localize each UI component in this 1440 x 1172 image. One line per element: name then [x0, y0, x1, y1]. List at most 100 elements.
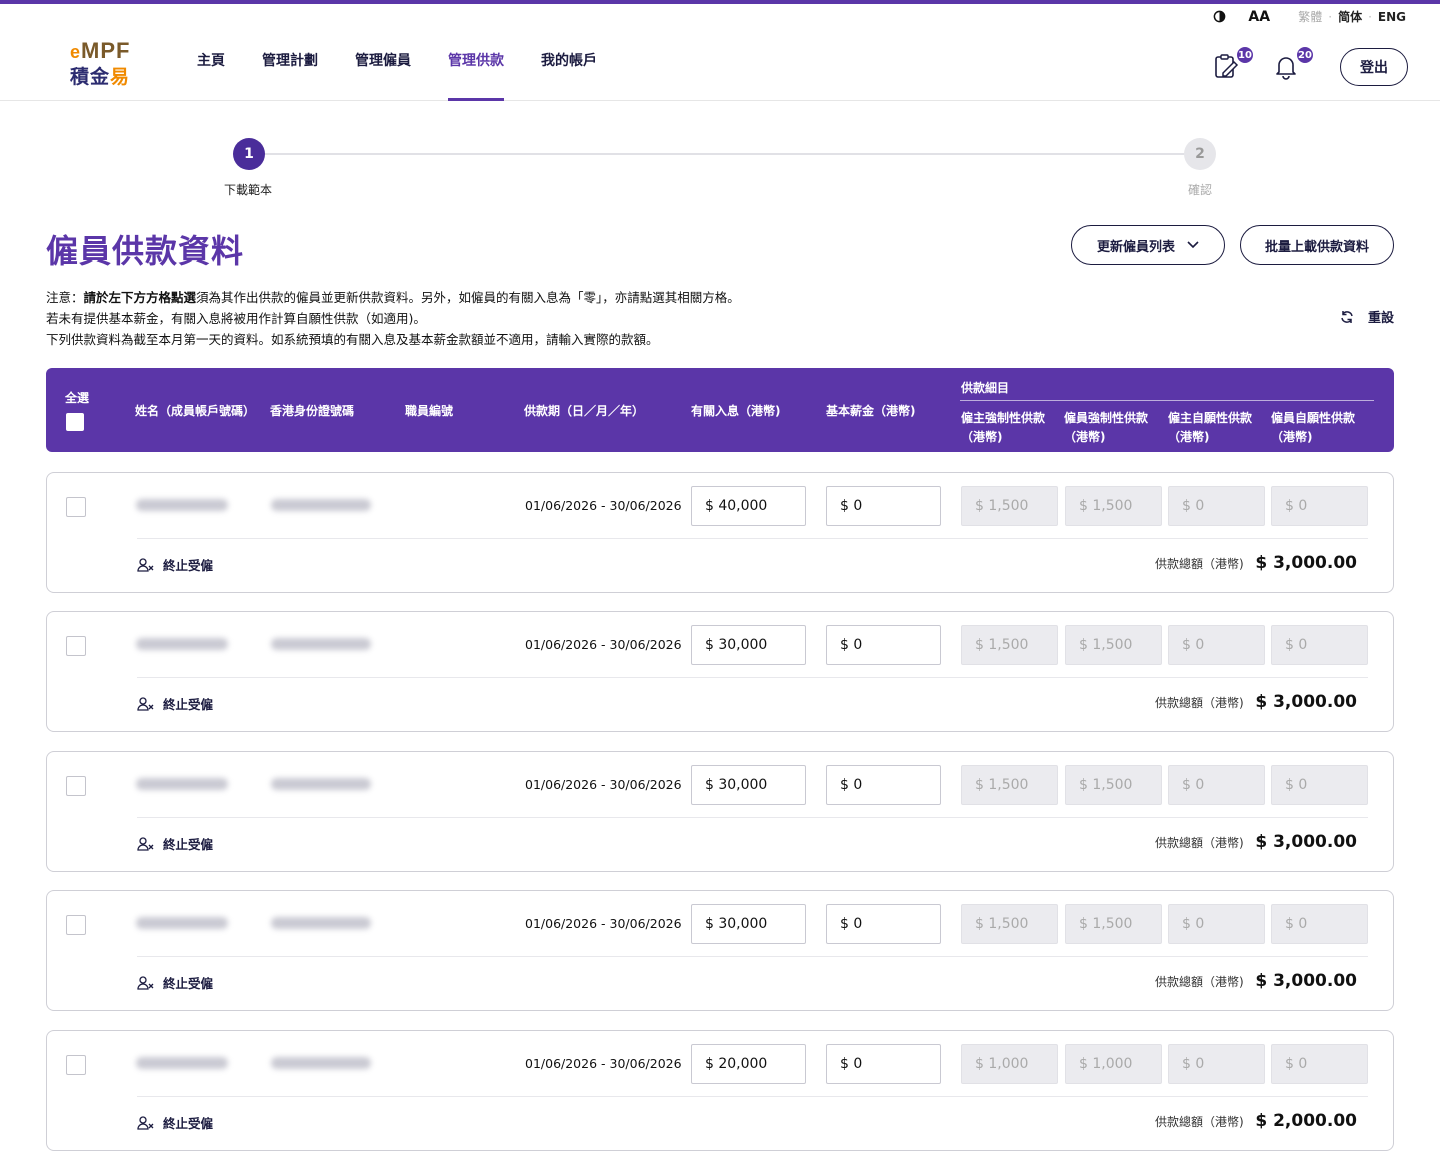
total-amount: $ 3,000.00 [1255, 692, 1357, 712]
ee-voluntary-field: $ 0 [1271, 625, 1368, 665]
col-ee-mandatory: 僱員強制性供款 （港幣) [1064, 411, 1149, 444]
nav-my-account[interactable]: 我的帳戶 [541, 50, 597, 100]
task-list-button[interactable]: 10 [1212, 46, 1254, 82]
er-mandatory-field: $ 1,500 [961, 486, 1058, 526]
total-amount: $ 2,000.00 [1255, 1111, 1357, 1131]
col-basic-salary: 基本薪金（港幣) [826, 404, 916, 418]
reset-button[interactable]: 重設 [1340, 307, 1394, 326]
table-row: 01/06/2026 - 30/06/2026 $ 30,000 $ 0 $ 1… [46, 751, 1394, 872]
er-voluntary-field: $ 0 [1168, 1044, 1265, 1084]
relevant-income-input[interactable]: $ 30,000 [691, 904, 806, 944]
col-ee-voluntary: 僱員自願性供款 （港幣) [1271, 411, 1356, 444]
basic-salary-input[interactable]: $ 0 [826, 486, 941, 526]
redacted-hkid [271, 917, 371, 929]
er-mandatory-field: $ 1,500 [961, 625, 1058, 665]
chevron-down-icon [1187, 241, 1199, 249]
terminate-employment-link[interactable]: 終止受僱 [137, 973, 213, 992]
col-er-voluntary: 僱主自願性供款 （港幣) [1168, 411, 1253, 444]
redacted-name [136, 778, 228, 790]
er-voluntary-field: $ 0 [1168, 765, 1265, 805]
bulk-upload-button[interactable]: 批量上載供款資料 [1240, 225, 1394, 265]
er-mandatory-field: $ 1,500 [961, 765, 1058, 805]
total-label: 供款總額（港幣) [1155, 696, 1244, 710]
relevant-income-input[interactable]: $ 30,000 [691, 765, 806, 805]
step-2-circle: 2 [1184, 138, 1216, 170]
step-1-label: 下載範本 [224, 183, 273, 197]
nav-home[interactable]: 主頁 [197, 50, 225, 100]
ee-voluntary-field: $ 0 [1271, 486, 1368, 526]
row-checkbox[interactable] [66, 1055, 86, 1075]
user-remove-icon [137, 836, 154, 851]
table-header: 全選 姓名（成員帳戶號碼） 香港身份證號碼 職員編號 供款期（日／月／年） 有關… [46, 368, 1394, 452]
row-checkbox[interactable] [66, 915, 86, 935]
ee-voluntary-field: $ 0 [1271, 904, 1368, 944]
col-er-mandatory: 僱主強制性供款 （港幣) [961, 411, 1046, 444]
ee-mandatory-field: $ 1,500 [1065, 765, 1162, 805]
contribution-period: 01/06/2026 - 30/06/2026 [525, 1056, 682, 1071]
er-mandatory-field: $ 1,000 [961, 1044, 1058, 1084]
contribution-period: 01/06/2026 - 30/06/2026 [525, 637, 682, 652]
table-row: 01/06/2026 - 30/06/2026 $ 30,000 $ 0 $ 1… [46, 890, 1394, 1011]
ee-voluntary-field: $ 0 [1271, 765, 1368, 805]
basic-salary-input[interactable]: $ 0 [826, 625, 941, 665]
col-relevant-income: 有關入息（港幣) [691, 404, 781, 418]
col-hkid: 香港身份證號碼 [270, 404, 355, 418]
redacted-name [136, 638, 228, 650]
contribution-period: 01/06/2026 - 30/06/2026 [525, 498, 682, 513]
update-employee-list-button[interactable]: 更新僱員列表 [1071, 225, 1225, 265]
terminate-employment-link[interactable]: 終止受僱 [137, 1113, 213, 1132]
total-label: 供款總額（港幣) [1155, 836, 1244, 850]
total-amount: $ 3,000.00 [1255, 971, 1357, 991]
er-voluntary-field: $ 0 [1168, 486, 1265, 526]
stepper-track [265, 153, 1185, 155]
relevant-income-input[interactable]: $ 30,000 [691, 625, 806, 665]
notification-badge: 20 [1296, 46, 1314, 64]
nav-manage-schemes[interactable]: 管理計劃 [262, 50, 318, 100]
select-all-checkbox[interactable] [66, 413, 84, 431]
redacted-hkid [271, 1057, 371, 1069]
er-voluntary-field: $ 0 [1168, 904, 1265, 944]
basic-salary-input[interactable]: $ 0 [826, 904, 941, 944]
ee-mandatory-field: $ 1,500 [1065, 625, 1162, 665]
user-remove-icon [137, 975, 154, 990]
logout-button[interactable]: 登出 [1340, 48, 1408, 86]
row-checkbox[interactable] [66, 636, 86, 656]
nav-manage-contributions[interactable]: 管理供款 [448, 50, 504, 101]
nav-manage-employees[interactable]: 管理僱員 [355, 50, 411, 100]
site-header: eMPF 積金易 主頁 管理計劃 管理僱員 管理供款 我的帳戶 10 20 登出 [0, 4, 1440, 101]
terminate-employment-link[interactable]: 終止受僱 [137, 555, 213, 574]
step-1-circle: 1 [233, 138, 265, 170]
select-all-label: 全選 [65, 391, 90, 405]
basic-salary-input[interactable]: $ 0 [826, 765, 941, 805]
notification-button[interactable]: 20 [1272, 46, 1314, 82]
empf-logo[interactable]: eMPF 積金易 [60, 38, 150, 88]
ee-mandatory-field: $ 1,500 [1065, 904, 1162, 944]
task-badge: 10 [1236, 46, 1254, 64]
progress-stepper: 1 2 下載範本 確認 [0, 138, 1440, 208]
user-remove-icon [137, 557, 154, 572]
col-group-contribution-details: 供款細目 [961, 381, 1010, 395]
terminate-employment-link[interactable]: 終止受僱 [137, 694, 213, 713]
ee-mandatory-field: $ 1,000 [1065, 1044, 1162, 1084]
basic-salary-input[interactable]: $ 0 [826, 1044, 941, 1084]
redacted-hkid [271, 638, 371, 650]
total-label: 供款總額（港幣) [1155, 1115, 1244, 1129]
row-checkbox[interactable] [66, 497, 86, 517]
instructions: 注意：請於左下方方格點選須為其作出供款的僱員並更新供款資料。另外，如僱員的有關入… [46, 290, 740, 347]
user-remove-icon [137, 696, 154, 711]
total-label: 供款總額（港幣) [1155, 975, 1244, 989]
page-title: 僱員供款資料 [46, 232, 245, 270]
redacted-name [136, 499, 228, 511]
table-row: 01/06/2026 - 30/06/2026 $ 20,000 $ 0 $ 1… [46, 1030, 1394, 1151]
main-nav: 主頁 管理計劃 管理僱員 管理供款 我的帳戶 [197, 50, 634, 101]
redacted-hkid [271, 499, 371, 511]
terminate-employment-link[interactable]: 終止受僱 [137, 834, 213, 853]
relevant-income-input[interactable]: $ 20,000 [691, 1044, 806, 1084]
er-mandatory-field: $ 1,500 [961, 904, 1058, 944]
row-checkbox[interactable] [66, 776, 86, 796]
ee-voluntary-field: $ 0 [1271, 1044, 1368, 1084]
step-2-label: 確認 [1188, 183, 1213, 197]
total-amount: $ 3,000.00 [1255, 832, 1357, 852]
relevant-income-input[interactable]: $ 40,000 [691, 486, 806, 526]
contribution-period: 01/06/2026 - 30/06/2026 [525, 777, 682, 792]
